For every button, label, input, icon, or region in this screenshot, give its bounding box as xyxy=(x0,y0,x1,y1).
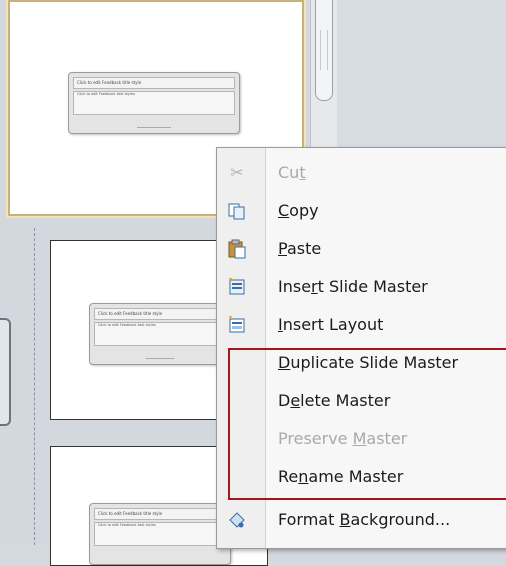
mini-title: Click to edit Feedback title style xyxy=(94,508,226,520)
mini-placeholder: Click to edit Feedback title style Click… xyxy=(68,72,240,134)
menu-item-label: Copy xyxy=(278,201,319,220)
mini-title: Click to edit Feedback title style xyxy=(94,308,226,320)
mini-body: Click to edit Feedback text styles xyxy=(94,522,226,546)
layout-connector-line xyxy=(34,228,35,545)
menu-item-format-background[interactable]: Format Background... xyxy=(217,501,506,539)
insert-slide-master-icon xyxy=(227,277,247,297)
format-background-icon xyxy=(227,510,247,530)
copy-icon xyxy=(227,201,247,221)
mini-body: Click to edit Feedback text styles xyxy=(94,322,226,346)
mini-footer xyxy=(137,127,171,128)
menu-item-copy[interactable]: Copy xyxy=(217,192,506,230)
menu-item-label: Insert Layout xyxy=(278,315,384,334)
mini-footer xyxy=(146,358,174,359)
menu-item-label: Insert Slide Master xyxy=(278,277,428,296)
mini-body: Click to edit Feedback text styles xyxy=(73,91,235,115)
menu-item-insert-layout[interactable]: Insert Layout xyxy=(217,306,506,344)
menu-item-paste[interactable]: Paste xyxy=(217,230,506,268)
scrollbar-thumb[interactable] xyxy=(315,0,333,101)
menu-item-cut[interactable]: ✂ Cut xyxy=(217,154,506,192)
paste-icon xyxy=(227,239,247,259)
menu-item-label: Cut xyxy=(278,163,306,182)
annotation-highlight-box xyxy=(228,348,506,500)
mini-title: Click to edit Feedback title style xyxy=(73,77,235,89)
pane-resize-handle[interactable] xyxy=(0,318,11,426)
scissors-icon: ✂ xyxy=(230,163,244,182)
mini-placeholder: Click to edit Feedback title style Click… xyxy=(89,303,231,365)
mini-placeholder: Click to edit Feedback title style Click… xyxy=(89,503,231,565)
menu-item-label: Paste xyxy=(278,239,322,258)
insert-layout-icon xyxy=(227,315,247,335)
menu-item-label: Format Background... xyxy=(278,510,451,529)
menu-item-insert-slide-master[interactable]: Insert Slide Master xyxy=(217,268,506,306)
